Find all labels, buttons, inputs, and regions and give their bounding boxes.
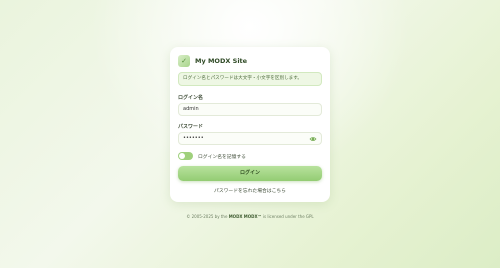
footer-brand-link[interactable]: MODX <box>229 214 243 219</box>
forgot-password-link[interactable]: パスワードを忘れた場合はこちら <box>170 187 330 194</box>
password-value: ••••••• <box>183 135 204 141</box>
case-sensitivity-alert: ログイン名とパスワードは大文字・小文字を区別します。 <box>178 72 322 86</box>
login-card: ✓ My MODX Site ログイン名とパスワードは大文字・小文字を区別します… <box>170 47 330 202</box>
footer: © 2005-2025 by the MODX MODX™ is license… <box>0 214 500 219</box>
footer-prefix: © 2005-2025 by the <box>186 214 228 219</box>
remember-toggle-row: ログイン名を記憶する <box>178 152 246 160</box>
username-label: ログイン名 <box>178 95 204 101</box>
username-input[interactable]: admin <box>178 103 322 116</box>
footer-suffix: is licensed under the GPL <box>262 214 314 219</box>
password-input[interactable]: ••••••• <box>178 132 322 145</box>
site-logo-icon: ✓ <box>178 55 190 67</box>
password-label: パスワード <box>178 124 204 130</box>
site-title: My MODX Site <box>195 57 248 65</box>
remember-label: ログイン名を記憶する <box>198 154 246 160</box>
remember-toggle[interactable] <box>178 152 193 160</box>
login-header: ✓ My MODX Site <box>178 55 247 67</box>
footer-product-link[interactable]: MODX™ <box>244 214 262 219</box>
password-visibility-icon[interactable] <box>309 135 317 143</box>
username-value: admin <box>183 106 199 112</box>
login-button[interactable]: ログイン <box>178 166 322 181</box>
logo-glyph: ✓ <box>181 57 187 65</box>
